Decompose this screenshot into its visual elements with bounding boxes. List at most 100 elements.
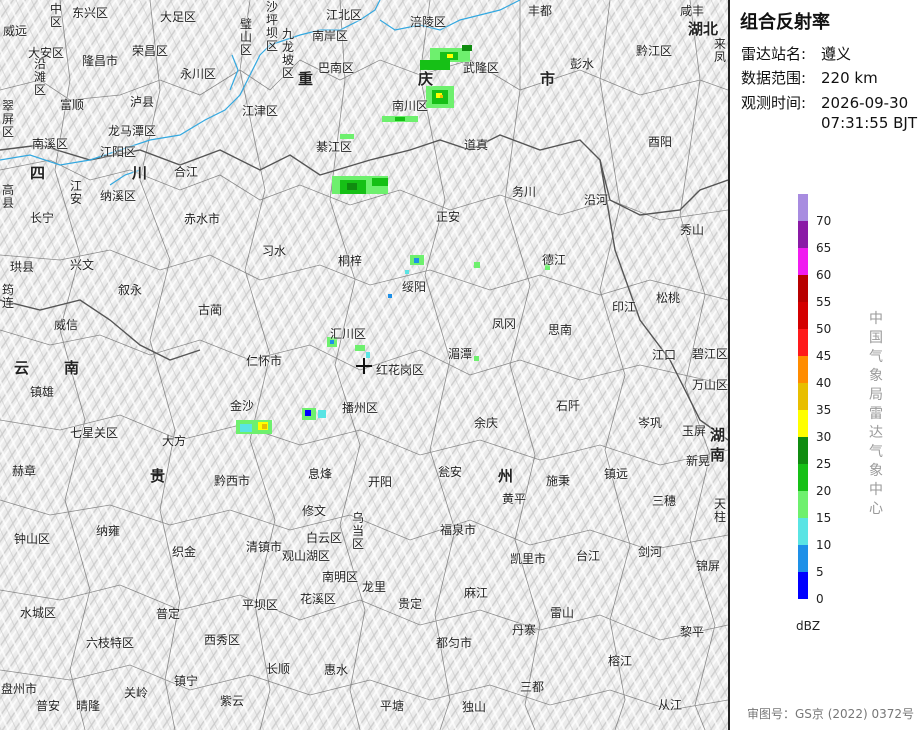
- range-label: 数据范围:: [741, 69, 807, 87]
- place-label: 南川区: [392, 99, 429, 113]
- place-label: 兴文: [70, 258, 95, 272]
- place-label: 福泉市: [440, 523, 477, 537]
- place-label: 榕江: [608, 654, 633, 668]
- legend-label: 60: [816, 268, 832, 282]
- place-label: 台江: [576, 549, 601, 563]
- place-label: 七星关区: [70, 426, 119, 440]
- place-label: 普定: [156, 607, 181, 621]
- place-label: 绥阳: [402, 280, 427, 294]
- place-label: 息烽: [308, 467, 333, 481]
- legend-swatch-0: [798, 572, 808, 599]
- range-value: 220 km: [821, 69, 878, 87]
- place-label: 黎平: [680, 625, 705, 639]
- time-clock: 07:31:55 BJT: [821, 114, 918, 132]
- place-label: 碧江区: [692, 347, 728, 361]
- place-label: 纳雍: [96, 524, 121, 538]
- place-label: 赤水市: [184, 212, 221, 226]
- place-label: 江北区: [326, 8, 363, 22]
- place-label: 务川: [512, 185, 537, 199]
- place-label: 彭水: [570, 57, 595, 71]
- place-label: 长顺: [266, 662, 291, 676]
- legend-swatch-10: [798, 518, 808, 545]
- place-label: 璧山区: [240, 17, 253, 57]
- place-label: 雷山: [550, 606, 575, 620]
- legend-swatch-40: [798, 356, 808, 383]
- place-label: 清镇市: [246, 540, 283, 554]
- legend-swatch-15: [798, 491, 808, 518]
- map-approval-number: 审图号：GS京 (2022) 0372号: [747, 707, 914, 721]
- legend-swatch-65: [798, 221, 808, 248]
- place-label: 普安: [36, 699, 61, 713]
- place-label: 筠连: [2, 283, 15, 310]
- place-label: 沿河: [584, 193, 609, 207]
- place-label: 江口: [652, 348, 677, 362]
- place-label: 天柱: [714, 497, 727, 524]
- place-label: 沙坪坝区: [266, 0, 279, 53]
- legend-swatch-45: [798, 329, 808, 356]
- legend-label: 50: [816, 322, 832, 336]
- time-row: 观测时间: 2026-09-30: [741, 92, 908, 113]
- legend-unit: dBZ: [796, 619, 821, 633]
- legend-swatch-70: [798, 194, 808, 221]
- legend-swatch-5: [798, 545, 808, 572]
- place-label: 龙马潭区: [108, 124, 157, 138]
- legend-label: 40: [816, 376, 832, 390]
- legend-swatch-25: [798, 437, 808, 464]
- place-label: 江安: [70, 179, 83, 206]
- place-label: 紫云: [220, 694, 245, 708]
- legend-swatch-20: [798, 464, 808, 491]
- place-label: 织金: [172, 545, 197, 559]
- province-label: 南: [64, 359, 80, 377]
- place-label: 三都: [520, 680, 545, 694]
- station-value: 遵义: [821, 45, 852, 63]
- place-label: 秀山: [680, 223, 705, 237]
- place-label: 关岭: [124, 686, 149, 700]
- place-label: 富顺: [60, 98, 85, 112]
- organization-credit: 中国气象局雷达气象中心: [869, 311, 883, 517]
- radar-map[interactable]: 重 庆 市 四 川 云 南 贵 州 湖北 湖 南 中区 东兴区 威远 大安区 沿…: [0, 0, 728, 730]
- product-title: 组合反射率: [740, 12, 830, 33]
- place-label: 独山: [462, 700, 487, 714]
- place-label: 播州区: [342, 401, 379, 415]
- place-label: 贵定: [398, 597, 423, 611]
- legend-swatch-60: [798, 248, 808, 275]
- place-label: 沿滩区: [34, 57, 47, 97]
- province-label: 州: [498, 467, 514, 485]
- place-label: 从江: [658, 698, 683, 712]
- place-label: 六枝特区: [86, 636, 135, 650]
- time-label: 观测时间:: [741, 94, 807, 112]
- place-label: 修文: [302, 504, 327, 518]
- place-label: 都匀市: [436, 636, 473, 650]
- place-label: 西秀区: [204, 633, 241, 647]
- place-label: 威信: [54, 318, 79, 332]
- place-label: 威远: [3, 24, 28, 38]
- place-label: 永川区: [180, 67, 217, 81]
- place-label: 金沙: [230, 399, 255, 413]
- radar-viewer: 重 庆 市 四 川 云 南 贵 州 湖北 湖 南 中区 东兴区 威远 大安区 沿…: [0, 0, 920, 730]
- province-label: 贵: [150, 467, 166, 485]
- place-label: 乌当区: [352, 511, 365, 551]
- place-label: 湄潭: [448, 347, 473, 361]
- place-label: 锦屏: [696, 559, 721, 573]
- legend-label: 5: [816, 565, 824, 579]
- legend-label: 0: [816, 592, 824, 606]
- place-label: 大足区: [160, 10, 197, 24]
- legend-label: 70: [816, 214, 832, 228]
- place-label: 来凤: [714, 37, 727, 64]
- legend-label: 35: [816, 403, 832, 417]
- place-label: 道真: [464, 138, 489, 152]
- province-label: 市: [540, 70, 556, 88]
- station-row: 雷达站名: 遵义: [741, 43, 851, 64]
- place-label: 古蔺: [198, 303, 223, 317]
- place-label: 镇远: [604, 467, 629, 481]
- place-label: 开阳: [368, 475, 393, 489]
- legend-swatch-50: [798, 302, 808, 329]
- legend-label: 10: [816, 538, 832, 552]
- province-label: 四: [30, 164, 46, 182]
- legend-label: 30: [816, 430, 832, 444]
- province-label: 川: [132, 164, 148, 182]
- place-label: 纳溪区: [100, 189, 137, 203]
- place-label: 隆昌市: [82, 54, 119, 68]
- place-label: 叙永: [118, 283, 143, 297]
- place-label: 麻江: [464, 586, 489, 600]
